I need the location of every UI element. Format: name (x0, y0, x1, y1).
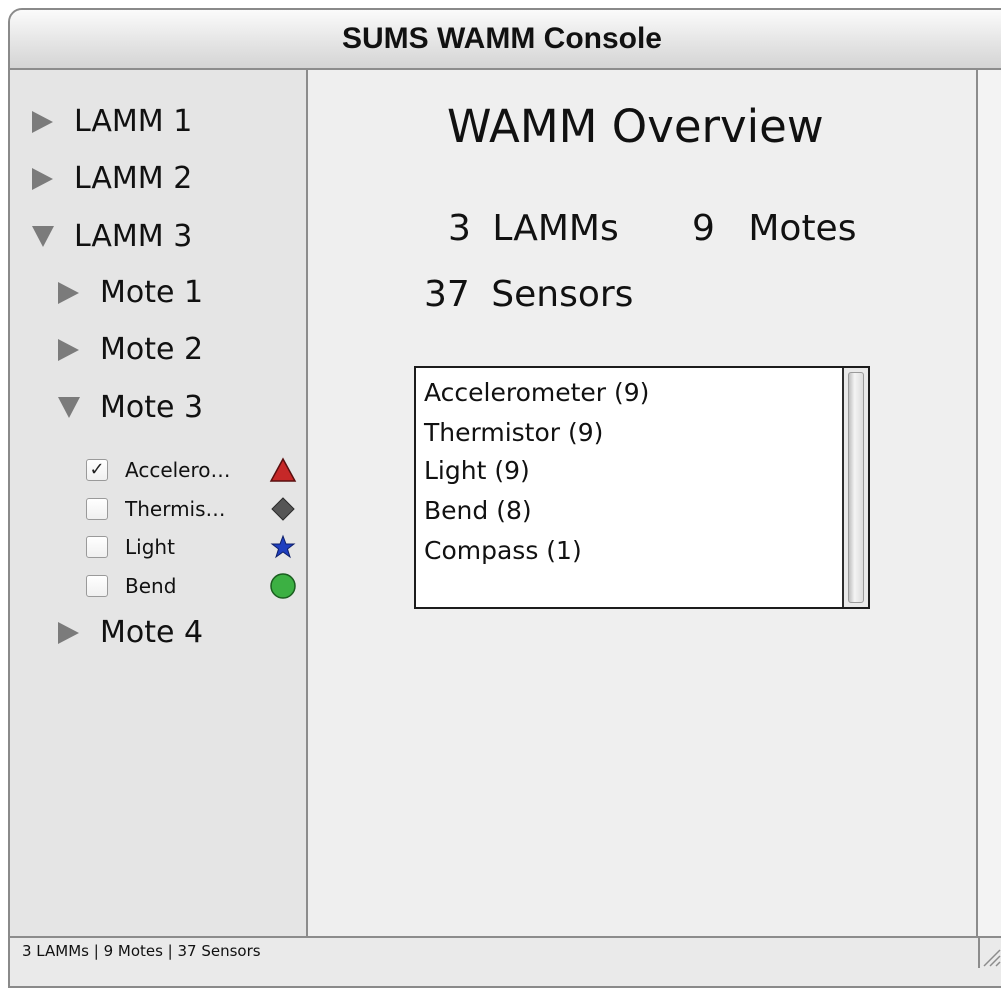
lamm-count-stat: 3 LAMMs (448, 208, 619, 249)
gray-diamond-icon (268, 494, 298, 524)
sensor-count: 37 (424, 274, 470, 315)
sensor-item-light[interactable]: Light (86, 532, 298, 562)
sensor-count-label: Sensors (491, 274, 634, 315)
disclosure-expanded-icon[interactable] (32, 226, 54, 247)
disclosure-expanded-icon[interactable] (58, 397, 80, 418)
right-pane (978, 70, 1001, 936)
blue-star-icon (268, 532, 298, 562)
sensor-label: Bend (125, 574, 177, 598)
tree-item-label: LAMM 1 (74, 104, 193, 139)
disclosure-collapsed-icon[interactable] (32, 110, 53, 133)
sensor-item-bend[interactable]: Bend (86, 571, 298, 601)
mote-count: 9 (692, 208, 715, 249)
mote-count-label: Motes (748, 208, 857, 249)
tree-item-label: Mote 1 (100, 275, 204, 310)
resize-grip-icon[interactable] (978, 936, 1001, 968)
title-bar[interactable]: SUMS WAMM Console (10, 10, 1001, 70)
tree-item-lamm-3[interactable]: LAMM 3 (32, 219, 192, 254)
list-scrollbar[interactable] (842, 368, 868, 607)
tree-item-mote-1[interactable]: Mote 1 (58, 275, 203, 310)
overview-title: WAMM Overview (447, 100, 824, 153)
list-item[interactable]: Compass (1) (424, 536, 582, 565)
sensor-label: Thermis… (125, 497, 226, 521)
disclosure-collapsed-icon[interactable] (32, 167, 53, 190)
status-text: 3 LAMMs | 9 Motes | 37 Sensors (22, 942, 261, 960)
list-item[interactable]: Thermistor (9) (424, 418, 603, 447)
sensor-checkbox[interactable] (86, 498, 108, 520)
scrollbar-thumb[interactable] (848, 372, 864, 603)
tree-item-label: LAMM 2 (74, 161, 193, 196)
sensor-checkbox[interactable] (86, 536, 108, 558)
status-bar: 3 LAMMs | 9 Motes | 37 Sensors (10, 936, 1001, 986)
tree-item-lamm-2[interactable]: LAMM 2 (32, 161, 192, 196)
tree-item-label: Mote 2 (100, 332, 204, 367)
list-item[interactable]: Light (9) (424, 456, 530, 485)
tree-item-mote-3[interactable]: Mote 3 (58, 390, 203, 425)
red-triangle-icon (268, 455, 298, 485)
sensor-types-list[interactable]: Accelerometer (9) Thermistor (9) Light (… (414, 366, 870, 609)
console-window: SUMS WAMM Console LAMM 1 LAMM 2 LAMM 3 M… (8, 8, 1001, 988)
list-item[interactable]: Accelerometer (9) (424, 378, 649, 407)
disclosure-collapsed-icon[interactable] (58, 281, 79, 304)
window-title: SUMS WAMM Console (342, 22, 662, 55)
tree-item-mote-2[interactable]: Mote 2 (58, 332, 203, 367)
tree-item-label: Mote 4 (100, 615, 204, 650)
lamm-count: 3 (448, 208, 471, 249)
sensor-count-stat: 37 Sensors (424, 274, 633, 315)
sensor-label: Light (125, 535, 175, 559)
list-item[interactable]: Bend (8) (424, 496, 532, 525)
mote-count-stat: 9 Motes (692, 208, 856, 249)
overview-panel: WAMM Overview 3 LAMMs 9 Motes 37 Sensors… (308, 70, 978, 936)
lamm-count-label: LAMMs (492, 208, 619, 249)
sensor-item-accelerometer[interactable]: ✓ Accelero… (86, 455, 298, 485)
tree-item-label: Mote 3 (100, 390, 204, 425)
sensor-checkbox[interactable]: ✓ (86, 459, 108, 481)
tree-item-label: LAMM 3 (74, 219, 193, 254)
device-tree-sidebar: LAMM 1 LAMM 2 LAMM 3 Mote 1 Mote 2 Mote … (10, 70, 308, 936)
green-circle-icon (268, 571, 298, 601)
sensor-item-thermistor[interactable]: Thermis… (86, 494, 298, 524)
sensor-checkbox[interactable] (86, 575, 108, 597)
tree-item-lamm-1[interactable]: LAMM 1 (32, 104, 192, 139)
disclosure-collapsed-icon[interactable] (58, 338, 79, 361)
disclosure-collapsed-icon[interactable] (58, 621, 79, 644)
tree-item-mote-4[interactable]: Mote 4 (58, 615, 203, 650)
sensor-label: Accelero… (125, 458, 231, 482)
